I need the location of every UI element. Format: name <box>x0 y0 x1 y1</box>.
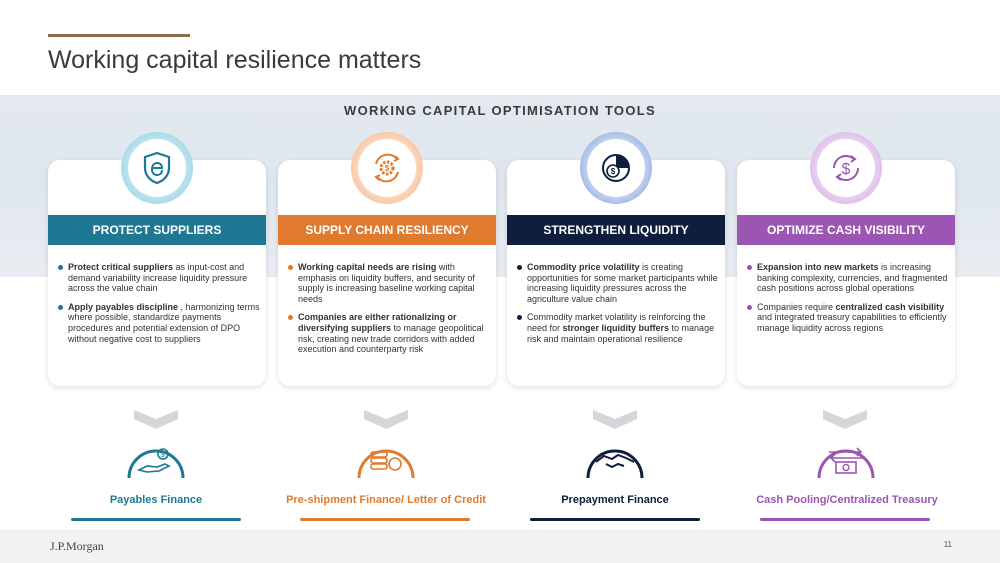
list-item: Apply payables discipline , harmonizing … <box>58 302 260 344</box>
dollar-cycle-icon-ring: $ <box>810 132 882 204</box>
section-title: WORKING CAPITAL OPTIMISATION TOOLS <box>344 103 656 118</box>
list-item: Commodity market volatility is reinforci… <box>517 312 719 344</box>
shield-icon <box>143 151 171 185</box>
gear-cycle-icon: $ <box>374 153 400 183</box>
solution-label: Prepayment Finance <box>561 494 669 506</box>
chevron-down-icon <box>823 410 867 429</box>
solution-underline <box>530 518 700 521</box>
list-item: Companies are either rationalizing or di… <box>288 312 490 354</box>
solution-underline <box>760 518 930 521</box>
list-item: Protect critical suppliers as input-cost… <box>58 262 260 294</box>
pie-dollar-icon: $ <box>602 154 630 182</box>
page-number: 11 <box>943 540 952 549</box>
coin-stack-icon <box>357 449 415 479</box>
list-item: Working capital needs are rising with em… <box>288 262 490 304</box>
card-bullets: Commodity price volatility is creating o… <box>517 262 719 352</box>
card-heading: OPTIMIZE CASH VISIBILITY <box>737 215 955 245</box>
solution-underline <box>71 518 241 521</box>
list-item: Expansion into new markets is increasing… <box>747 262 949 294</box>
gear-cycle-icon-ring: $ <box>351 132 423 204</box>
list-item: Commodity price volatility is creating o… <box>517 262 719 304</box>
svg-text:$: $ <box>611 167 616 176</box>
dollar-cycle-icon: $ <box>832 154 860 182</box>
cash-transfer-icon <box>817 447 875 479</box>
page-title: Working capital resilience matters <box>48 46 422 74</box>
solution-underline <box>300 518 470 521</box>
footer-bar <box>0 530 1000 563</box>
brand-logo: J.P.Morgan <box>50 539 104 553</box>
svg-text:$: $ <box>842 161 851 178</box>
shield-icon-ring <box>121 132 193 204</box>
title-accent-rule <box>48 34 190 37</box>
card-bullets: Expansion into new markets is increasing… <box>747 262 949 342</box>
handshake-icon <box>586 449 644 479</box>
card-bullets: Protect critical suppliers as input-cost… <box>58 262 260 352</box>
svg-text:$: $ <box>161 452 165 459</box>
chevron-down-icon <box>134 410 178 429</box>
hand-coin-icon: $ <box>127 448 185 479</box>
card-heading: SUPPLY CHAIN RESILIENCY <box>278 215 496 245</box>
list-item: Companies require centralized cash visib… <box>747 302 949 334</box>
solution-label: Cash Pooling/Centralized Treasury <box>756 494 938 506</box>
chevron-down-icon <box>364 410 408 429</box>
card-heading: STRENGTHEN LIQUIDITY <box>507 215 725 245</box>
solution-label: Pre-shipment Finance/ Letter of Credit <box>286 494 486 506</box>
svg-text:$: $ <box>385 164 390 173</box>
card-bullets: Working capital needs are rising with em… <box>288 262 490 363</box>
chevron-down-icon <box>593 410 637 429</box>
pie-dollar-icon-ring: $ <box>580 132 652 204</box>
card-heading: PROTECT SUPPLIERS <box>48 215 266 245</box>
solution-label: Payables Finance <box>109 494 203 506</box>
